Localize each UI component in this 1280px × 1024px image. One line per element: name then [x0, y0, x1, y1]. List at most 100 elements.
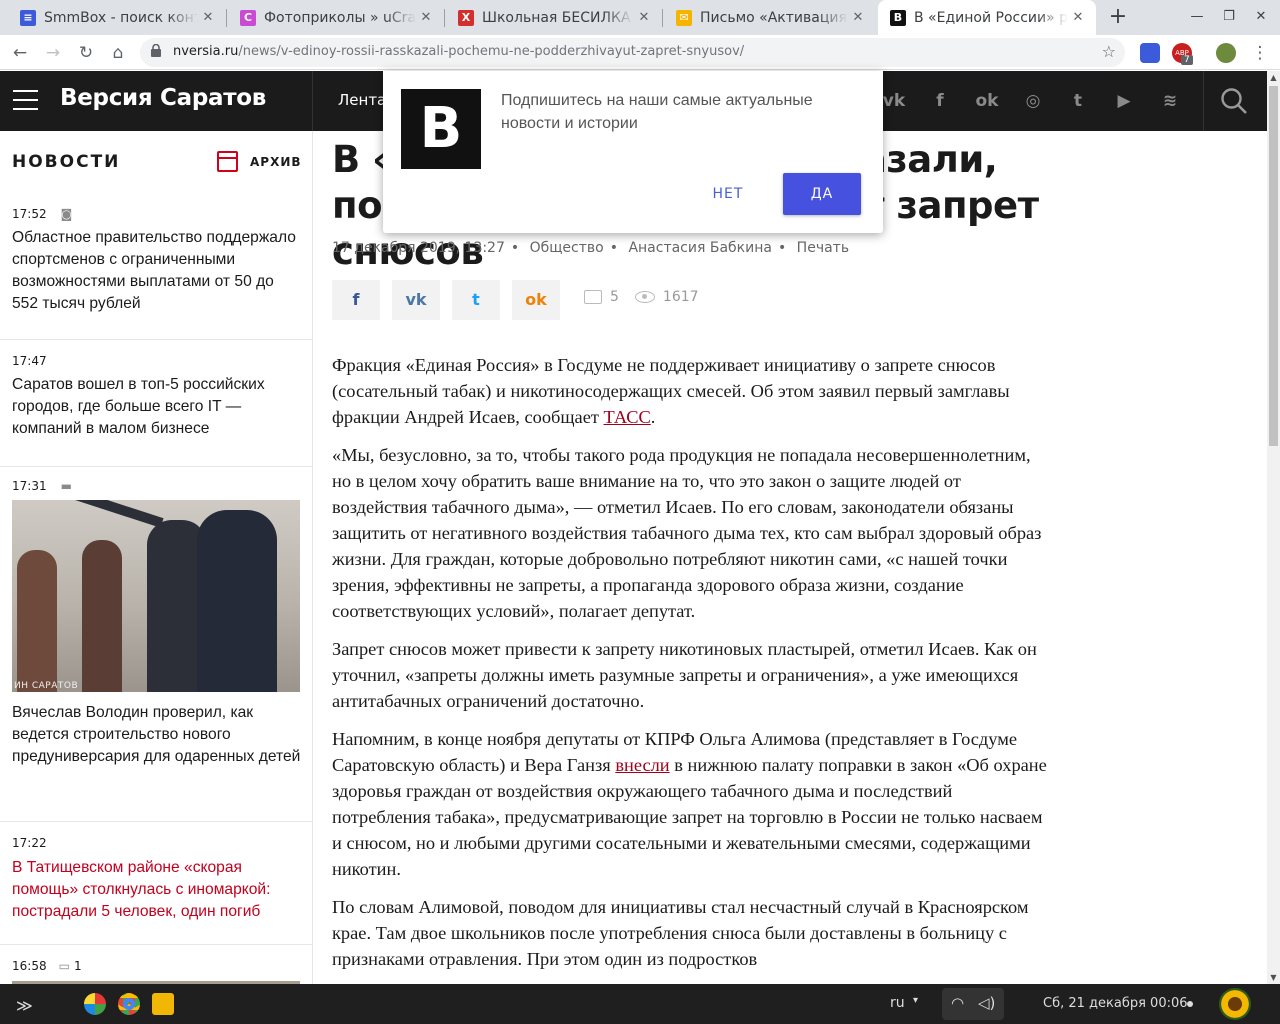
news-headline[interactable]: Вячеслав Володин проверил, как ведется с…: [12, 702, 302, 768]
chrome-icon[interactable]: [118, 993, 140, 1015]
header-divider: [312, 71, 313, 131]
scroll-down-arrow-icon[interactable]: ▼: [1267, 971, 1280, 984]
browser-tab-1[interactable]: ≡ SmmBox - поиск конте ✕: [8, 0, 226, 35]
close-tab-icon[interactable]: ✕: [634, 10, 654, 25]
archive-link[interactable]: АРХИВ: [217, 151, 302, 172]
accept-button[interactable]: ДА: [783, 173, 861, 215]
news-item[interactable]: 16:58 ▭ 1: [0, 945, 312, 984]
system-tray[interactable]: ◠ ◁): [942, 988, 1004, 1020]
address-bar[interactable]: nversia.ru/news/v-edinoy-rossii-rasskaza…: [140, 38, 1125, 67]
video-icon: ▬: [60, 479, 72, 493]
layers-icon: ≡: [20, 9, 36, 26]
extension-badge: 7: [1181, 55, 1193, 65]
close-window-icon[interactable]: ✕: [1248, 4, 1274, 30]
restore-icon[interactable]: ❐: [1216, 4, 1242, 30]
youtube-icon[interactable]: ▶: [1112, 89, 1136, 113]
comment-icon: ▭: [58, 959, 70, 973]
forward-icon[interactable]: →: [39, 39, 67, 67]
news-item[interactable]: 17:47 Саратов вошел в топ-5 российских г…: [0, 340, 312, 467]
besilka-favicon-icon: X: [458, 9, 474, 26]
lock-icon: [151, 44, 161, 57]
decline-button[interactable]: НЕТ: [695, 183, 761, 205]
tab-separator: [226, 9, 227, 27]
comment-icon: [584, 290, 602, 304]
app-launcher-icon[interactable]: ≫: [16, 996, 33, 1015]
site-logo-title[interactable]: Версия Саратов: [60, 85, 266, 111]
url-text: nversia.ru/news/v-edinoy-rossii-rasskaza…: [173, 44, 745, 59]
comments-count[interactable]: 5: [610, 289, 619, 305]
tab-title: Письмо «Активация п: [700, 9, 848, 26]
archive-label: АРХИВ: [250, 154, 302, 169]
browser-tab-3[interactable]: X Школьная БЕСИЛКА ✕: [446, 0, 662, 35]
print-link[interactable]: Печать: [797, 240, 849, 256]
calendar-icon: [217, 151, 238, 172]
facebook-share-button[interactable]: f: [332, 280, 380, 320]
photo-watermark: ИН САРАТОВ: [14, 681, 79, 691]
article-stats: 5 1617: [584, 289, 699, 305]
browser-tab-5-active[interactable]: B В «Единой России» р ✕: [878, 0, 1096, 35]
keyboard-language[interactable]: ru: [890, 995, 905, 1011]
news-item[interactable]: 17:52 ◙ Областное правительство поддержал…: [0, 193, 312, 340]
tab-title: В «Единой России» р: [914, 9, 1068, 26]
minimize-icon[interactable]: —: [1184, 4, 1210, 30]
clock[interactable]: Сб, 21 декабря 00:06: [1043, 996, 1188, 1011]
browser-tab-2[interactable]: C Фотоприколы » uCrazy ✕: [228, 0, 444, 35]
news-headline-highlighted[interactable]: В Татищевском районе «скорая помощь» сто…: [12, 857, 302, 923]
article-paragraph: Фракция «Единая Россия» в Госдуме не под…: [332, 355, 1010, 427]
chevron-down-icon: ▾: [913, 995, 919, 1006]
article-category[interactable]: Общество: [530, 240, 604, 256]
instagram-icon[interactable]: ◎: [1021, 89, 1045, 113]
os-taskbar: ≫ ru ▾ ◠ ◁) Сб, 21 декабря 00:06: [0, 984, 1280, 1024]
close-tab-icon[interactable]: ✕: [416, 10, 436, 25]
profile-avatar-icon[interactable]: [1216, 43, 1236, 63]
versia-logo: B: [401, 89, 481, 169]
search-icon[interactable]: [1220, 87, 1248, 115]
rss-icon[interactable]: ≋: [1158, 89, 1182, 113]
twitter-share-button[interactable]: t: [452, 280, 500, 320]
bookmark-star-icon[interactable]: ☆: [1102, 42, 1116, 61]
news-headline[interactable]: Саратов вошел в топ-5 российских городов…: [12, 374, 302, 440]
odnoklassniki-icon[interactable]: ok: [975, 89, 999, 113]
page-scrollbar[interactable]: ▲ ▼: [1267, 71, 1280, 984]
article-paragraph: Запрет снюсов может привести к запрету н…: [332, 639, 1037, 711]
odnoklassniki-share-button[interactable]: ok: [512, 280, 560, 320]
close-tab-icon[interactable]: ✕: [1068, 10, 1088, 25]
app-store-icon[interactable]: [84, 993, 106, 1015]
news-headline[interactable]: Областное правительство поддержало спорт…: [12, 227, 302, 315]
reload-icon[interactable]: ↻: [72, 39, 100, 67]
tab-title: Фотоприколы » uCrazy: [264, 9, 416, 26]
nav-link-lenta[interactable]: Лента: [338, 91, 386, 109]
news-time: 16:58 ▭ 1: [12, 959, 82, 973]
file-manager-icon[interactable]: [152, 993, 174, 1015]
new-tab-button[interactable]: +: [1105, 3, 1131, 31]
news-item[interactable]: 17:22 В Татищевском районе «скорая помощ…: [0, 822, 312, 945]
user-avatar[interactable]: [1219, 988, 1251, 1020]
browser-toolbar: ← → ↻ ⌂ nversia.ru/news/v-edinoy-rossii-…: [0, 35, 1280, 70]
tab-title: Школьная БЕСИЛКА: [482, 9, 631, 26]
news-time: 17:22: [12, 836, 47, 850]
scroll-up-arrow-icon[interactable]: ▲: [1267, 71, 1280, 84]
news-photo[interactable]: ИН САРАТОВ: [12, 500, 300, 692]
scrollbar-thumb[interactable]: [1269, 86, 1278, 446]
browser-tab-4[interactable]: ✉ Письмо «Активация п ✕: [664, 0, 876, 35]
close-tab-icon[interactable]: ✕: [848, 10, 868, 25]
article-author[interactable]: Анастасия Бабкина: [628, 240, 772, 256]
home-icon[interactable]: ⌂: [104, 39, 132, 67]
mail-icon: ✉: [676, 9, 692, 26]
article-paragraph: Напомним, в конце ноября депутаты от КПР…: [332, 729, 1047, 879]
tab-separator: [662, 9, 663, 27]
hamburger-menu-icon[interactable]: [13, 90, 38, 110]
menu-kebab-icon[interactable]: ⋮: [1246, 39, 1274, 67]
layers-extension-icon[interactable]: [1140, 43, 1160, 63]
vk-icon[interactable]: vk: [882, 89, 906, 113]
vk-share-button[interactable]: vk: [392, 280, 440, 320]
close-tab-icon[interactable]: ✕: [198, 10, 218, 25]
twitter-icon[interactable]: t: [1066, 89, 1090, 113]
popup-message: Подпишитесь на наши самые актуальные нов…: [501, 92, 813, 132]
back-icon[interactable]: ←: [6, 39, 34, 67]
facebook-icon[interactable]: f: [928, 89, 952, 113]
tass-link[interactable]: ТАСС: [604, 407, 651, 427]
article-body: Фракция «Единая Россия» в Госдуме не под…: [332, 352, 1052, 984]
article-meta: 17 декабря 2019, 13:27 • Общество • Анаста…: [332, 240, 850, 256]
vnesli-link[interactable]: внесли: [615, 755, 669, 775]
